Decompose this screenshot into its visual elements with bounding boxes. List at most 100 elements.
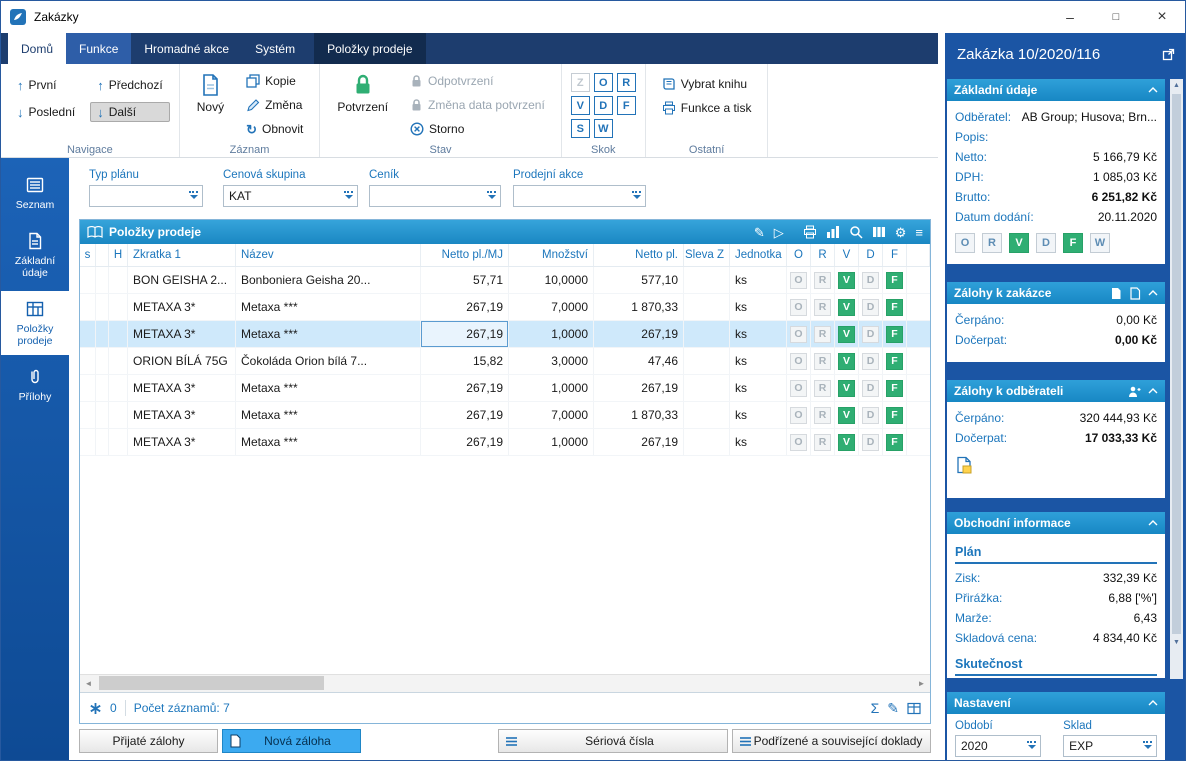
open-external-icon[interactable] bbox=[1162, 48, 1175, 61]
menu-icon[interactable]: ≡ bbox=[915, 226, 923, 239]
sum-icon[interactable]: Σ bbox=[871, 700, 880, 716]
last-button[interactable]: ↓ Poslední bbox=[10, 102, 82, 122]
column-header-r[interactable]: R bbox=[811, 244, 835, 266]
refresh-button[interactable]: ↻ Obnovit bbox=[239, 119, 310, 139]
field-value: 17 033,33 Kč bbox=[1084, 431, 1157, 445]
change-button[interactable]: Změna bbox=[239, 95, 310, 115]
run-icon[interactable]: ▷ bbox=[774, 226, 784, 239]
obdobi-select[interactable]: 2020 bbox=[955, 735, 1042, 757]
section-header-nastaveni[interactable]: Nastavení bbox=[947, 692, 1165, 714]
cell-zkratka: ORION BÍLÁ 75G bbox=[128, 348, 236, 374]
chart-icon[interactable] bbox=[826, 225, 840, 239]
column-header-s[interactable]: s bbox=[80, 244, 96, 266]
podrizene-doklady-button[interactable]: Podřízené a související doklady bbox=[732, 729, 931, 753]
jump-f-button[interactable]: F bbox=[616, 96, 636, 115]
column-header-jednotka[interactable]: Jednotka bbox=[730, 244, 787, 266]
table-row[interactable]: METAXA 3* Metaxa *** 267,19 7,0000 1 870… bbox=[80, 402, 930, 429]
columns-icon[interactable] bbox=[872, 225, 886, 239]
ribbon-group-ostatni: Vybrat knihu Funkce a tisk Ostatní bbox=[646, 64, 769, 157]
cenik-select[interactable] bbox=[369, 185, 501, 207]
sidebar-item-zakladni-udaje[interactable]: Základní údaje bbox=[1, 223, 69, 287]
jump-o-button[interactable]: O bbox=[593, 73, 613, 92]
sklad-select[interactable]: EXP bbox=[1063, 735, 1157, 757]
note-document-icon[interactable] bbox=[955, 456, 973, 474]
status-boxes: O R V D F W bbox=[955, 233, 1157, 253]
prodejni-akce-select[interactable] bbox=[513, 185, 646, 207]
jump-v-button[interactable]: V bbox=[570, 96, 590, 115]
search-icon[interactable] bbox=[849, 225, 863, 239]
functions-print-button[interactable]: Funkce a tisk bbox=[655, 98, 759, 118]
confirm-button[interactable]: Potvrzení bbox=[329, 68, 396, 119]
settings-gear-icon[interactable]: ⚙ bbox=[895, 226, 907, 239]
tab-polozky-prodeje[interactable]: Položky prodeje bbox=[314, 33, 426, 64]
column-header-zkratka[interactable]: Zkratka 1 bbox=[128, 244, 236, 266]
column-header-f[interactable]: F bbox=[883, 244, 907, 266]
column-header-o[interactable]: O bbox=[787, 244, 811, 266]
window-title: Zakázky bbox=[34, 10, 79, 24]
section-nastaveni: Nastavení Období 2020 Sklad EXP bbox=[947, 692, 1165, 760]
next-button[interactable]: ↓ Další bbox=[90, 102, 170, 122]
sidebar-item-prilohy[interactable]: Přílohy bbox=[1, 359, 69, 411]
first-button[interactable]: ↑ První bbox=[10, 75, 82, 95]
copy-button[interactable]: Kopie bbox=[239, 71, 310, 91]
table-row[interactable]: ORION BÍLÁ 75G Čokoláda Orion bílá 7... … bbox=[80, 348, 930, 375]
storno-button[interactable]: Storno bbox=[403, 119, 552, 139]
column-header-d[interactable]: D bbox=[859, 244, 883, 266]
cell-sleva bbox=[684, 402, 730, 428]
column-header-netto-mj[interactable]: Netto pl./MJ bbox=[421, 244, 509, 266]
jump-w-button[interactable]: W bbox=[593, 119, 613, 138]
sidebar-item-polozky-prodeje[interactable]: Položky prodeje bbox=[1, 291, 69, 356]
button-label: Vybrat knihu bbox=[680, 77, 748, 91]
jump-r-button[interactable]: R bbox=[616, 73, 636, 92]
seriova-cisla-button[interactable]: Sériová čísla bbox=[498, 729, 728, 753]
table-row[interactable]: METAXA 3* Metaxa *** 267,19 7,0000 1 870… bbox=[80, 294, 930, 321]
status-v-box: V bbox=[838, 352, 855, 370]
new-button[interactable]: Nový bbox=[189, 68, 232, 119]
column-header-sleva[interactable]: Sleva Z bbox=[684, 244, 730, 266]
scroll-right-icon[interactable]: ► bbox=[913, 676, 930, 692]
column-header-v[interactable]: V bbox=[835, 244, 859, 266]
cenova-skupina-select[interactable]: KAT bbox=[223, 185, 358, 207]
inline-edit-icon[interactable]: ✎ bbox=[754, 226, 765, 239]
column-header-netto[interactable]: Netto pl. bbox=[594, 244, 684, 266]
tab-system[interactable]: Systém bbox=[242, 33, 308, 64]
maximize-button[interactable]: □ bbox=[1093, 1, 1139, 33]
scroll-down-icon[interactable]: ▼ bbox=[1170, 636, 1183, 649]
typ-planu-select[interactable] bbox=[89, 185, 203, 207]
grid-edit-icon[interactable] bbox=[907, 702, 921, 715]
minimize-button[interactable]: – bbox=[1047, 1, 1093, 33]
close-button[interactable]: × bbox=[1139, 1, 1185, 33]
prijate-zalohy-button[interactable]: Přijaté zálohy bbox=[79, 729, 218, 753]
tab-hromadne-akce[interactable]: Hromadné akce bbox=[131, 33, 242, 64]
select-book-button[interactable]: Vybrat knihu bbox=[655, 74, 759, 94]
edit-icon[interactable]: ✎ bbox=[887, 700, 899, 717]
section-header-zakladni[interactable]: Základní údaje bbox=[947, 79, 1165, 101]
scroll-left-icon[interactable]: ◄ bbox=[80, 676, 97, 692]
column-header-nazev[interactable]: Název bbox=[236, 244, 421, 266]
scrollbar-thumb[interactable] bbox=[1172, 94, 1181, 634]
scrollbar-thumb[interactable] bbox=[99, 676, 324, 690]
jump-s-button[interactable]: S bbox=[570, 119, 590, 138]
jump-d-button[interactable]: D bbox=[593, 96, 613, 115]
tab-domu[interactable]: Domů bbox=[8, 33, 67, 64]
table-row[interactable]: METAXA 3* Metaxa *** 267,19 1,0000 267,1… bbox=[80, 429, 930, 456]
table-row-selected[interactable]: METAXA 3* Metaxa *** 267,19 1,0000 267,1… bbox=[80, 321, 930, 348]
section-header-zalohy-odberatel[interactable]: Zálohy k odběrateli bbox=[947, 380, 1165, 402]
nova-zaloha-button[interactable]: Nová záloha bbox=[222, 729, 361, 753]
cell-netto-mj-focused[interactable]: 267,19 bbox=[421, 321, 509, 347]
sidebar-item-seznam[interactable]: Seznam bbox=[1, 167, 69, 219]
table-row[interactable]: BON GEISHA 2... Bonboniera Geisha 20... … bbox=[80, 267, 930, 294]
table-row[interactable]: METAXA 3* Metaxa *** 267,19 1,0000 267,1… bbox=[80, 375, 930, 402]
section-title: Obchodní informace bbox=[954, 516, 1071, 530]
section-header-zalohy-zakazka[interactable]: Zálohy k zakázce bbox=[947, 282, 1165, 304]
column-header-blank[interactable] bbox=[96, 244, 109, 266]
print-icon[interactable] bbox=[803, 225, 817, 239]
tab-funkce[interactable]: Funkce bbox=[66, 33, 132, 64]
button-label: Funkce a tisk bbox=[680, 101, 752, 115]
scroll-up-icon[interactable]: ▲ bbox=[1170, 79, 1183, 92]
previous-button[interactable]: ↑ Předchozí bbox=[90, 75, 170, 95]
column-header-mnozstvi[interactable]: Množství bbox=[509, 244, 594, 266]
section-zakladni-udaje: Základní údaje Odběratel: AB Group; Husov… bbox=[947, 79, 1165, 264]
section-header-obchodni[interactable]: Obchodní informace bbox=[947, 512, 1165, 534]
column-header-h[interactable]: H bbox=[109, 244, 128, 266]
